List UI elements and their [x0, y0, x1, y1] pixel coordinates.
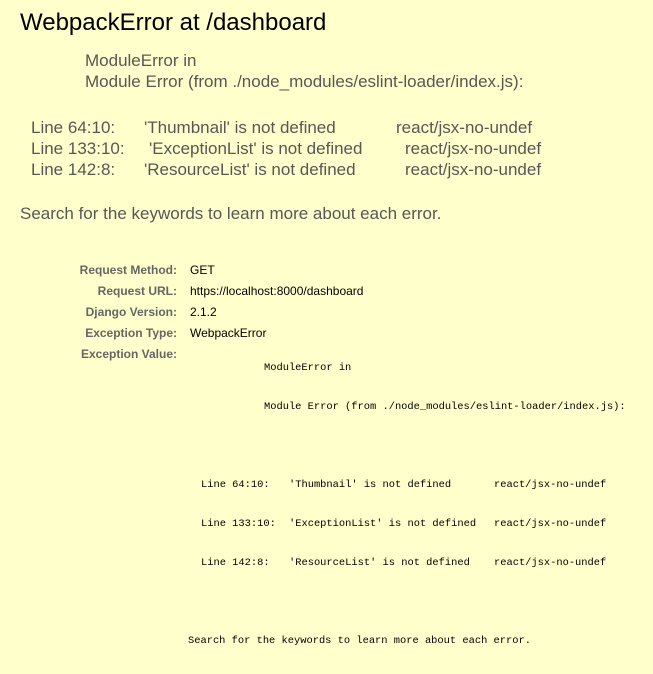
pre-blank-line: [188, 596, 648, 609]
error-rule: react/jsx-no-undef: [396, 118, 533, 137]
meta-label: Django Version:: [85, 305, 177, 319]
pre-error-row: Line 142:8: 'ResourceList' is not define…: [188, 557, 648, 570]
search-hint: Search for the keywords to learn more ab…: [20, 204, 442, 223]
exception-value-pre: ModuleError in Module Error (from ./node…: [188, 336, 648, 661]
error-rule: react/jsx-no-undef: [405, 160, 542, 179]
error-location: Line 142:8:: [31, 160, 116, 179]
pre-error-message: 'Thumbnail' is not defined: [289, 479, 452, 491]
meta-value: GET: [190, 263, 215, 277]
error-rule: react/jsx-no-undef: [405, 139, 542, 158]
error-row: Line 64:10: 'Thumbnail' is not defined r…: [31, 117, 591, 138]
meta-label: Exception Value:: [80, 347, 177, 361]
error-location: Line 64:10:: [31, 118, 116, 137]
pre-error-rule: react/jsx-no-undef: [494, 479, 607, 491]
meta-label: Request Method:: [79, 263, 177, 277]
error-row: Line 142:8: 'ResourceList' is not define…: [31, 159, 591, 180]
pre-error-message: 'ExceptionList' is not defined: [289, 518, 477, 530]
error-row: Line 133:10: 'ExceptionList' is not defi…: [31, 138, 591, 159]
pre-message-line: ModuleError in: [188, 362, 648, 375]
page-title: WebpackError at /dashboard: [20, 9, 327, 36]
exception-message-line: ModuleError in: [85, 51, 197, 70]
pre-error-rule: react/jsx-no-undef: [494, 557, 607, 569]
pre-message-line: Module Error (from ./node_modules/eslint…: [188, 401, 648, 414]
pre-error-location: Line 142:8:: [201, 557, 270, 569]
meta-row-request-url: Request URL: https://localhost:8000/dash…: [2, 282, 651, 301]
meta-value: https://localhost:8000/dashboard: [190, 284, 364, 298]
error-message: 'ResourceList' is not defined: [144, 160, 356, 179]
pre-blank-line: [188, 440, 648, 453]
meta-label: Exception Type:: [85, 326, 177, 340]
meta-row-request-method: Request Method: GET: [2, 261, 651, 280]
exception-message-line: Module Error (from ./node_modules/eslint…: [85, 72, 524, 91]
meta-label: Request URL:: [97, 284, 177, 298]
meta-value: 2.1.2: [190, 305, 217, 319]
error-message: 'Thumbnail' is not defined: [144, 118, 336, 137]
meta-row-django-version: Django Version: 2.1.2: [2, 303, 651, 322]
pre-error-message: 'ResourceList' is not defined: [289, 557, 470, 569]
error-location: Line 133:10:: [31, 139, 125, 158]
pre-message-text: Module Error (from ./node_modules/eslint…: [264, 401, 626, 413]
pre-error-location: Line 133:10:: [201, 518, 276, 530]
pre-error-row: Line 133:10: 'ExceptionList' is not defi…: [188, 518, 648, 531]
pre-search-hint: Search for the keywords to learn more ab…: [188, 635, 531, 647]
pre-message-text: ModuleError in: [264, 362, 352, 374]
error-list: Line 64:10: 'Thumbnail' is not defined r…: [31, 117, 591, 180]
pre-error-location: Line 64:10:: [201, 479, 270, 491]
pre-hint-line: Search for the keywords to learn more ab…: [188, 635, 648, 648]
exception-message: ModuleError in Module Error (from ./node…: [85, 50, 523, 92]
pre-error-row: Line 64:10: 'Thumbnail' is not defined r…: [188, 479, 648, 492]
pre-error-rule: react/jsx-no-undef: [494, 518, 607, 530]
error-message: 'ExceptionList' is not defined: [149, 139, 363, 158]
